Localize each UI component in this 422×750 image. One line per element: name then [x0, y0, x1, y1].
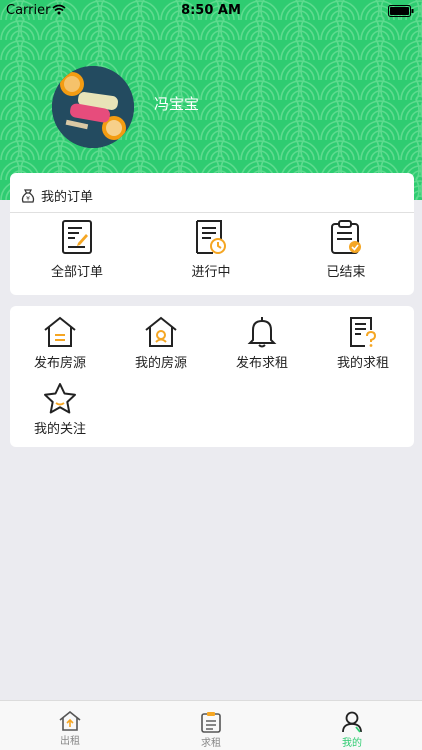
order-in-progress-button[interactable]: 进行中 — [161, 219, 261, 280]
tab-rent-out-label: 出租 — [60, 736, 80, 747]
person-icon — [342, 711, 362, 733]
my-follow-button[interactable]: 我的关注 — [10, 382, 110, 437]
my-house-icon — [145, 316, 177, 347]
username: 冯宝宝 — [154, 95, 200, 113]
document-question-icon — [350, 317, 377, 347]
order-all-button[interactable]: 全部订单 — [27, 219, 127, 280]
order-in-progress-label: 进行中 — [191, 265, 231, 280]
my-request-button[interactable]: 我的求租 — [313, 316, 413, 371]
order-finished-button[interactable]: 已结束 — [296, 219, 396, 280]
order-in-progress-icon — [196, 220, 226, 254]
orders-header[interactable]: ¥ 我的订单 — [10, 173, 414, 213]
orders-title: 我的订单 — [41, 190, 94, 205]
svg-text:¥: ¥ — [26, 195, 30, 202]
clipboard-icon — [201, 712, 221, 733]
money-bag-icon: ¥ — [21, 188, 35, 203]
tab-rent-out[interactable]: 出租 — [0, 701, 140, 747]
star-icon — [44, 383, 76, 414]
house-icon — [59, 711, 81, 731]
order-list-icon — [62, 220, 92, 254]
bell-icon — [247, 317, 277, 348]
orders-card: ¥ 我的订单 全部订单 进行中 已结束 — [10, 173, 414, 295]
tab-bar: 出租 求租 我的 — [0, 700, 422, 750]
avatar-image — [52, 66, 134, 148]
tab-seek-rent-label: 求租 — [201, 738, 221, 749]
publish-house-button[interactable]: 发布房源 — [10, 316, 110, 371]
publish-request-button[interactable]: 发布求租 — [212, 316, 312, 371]
order-finished-label: 已结束 — [326, 265, 366, 280]
my-house-button[interactable]: 我的房源 — [111, 316, 211, 371]
publish-request-label: 发布求租 — [235, 356, 288, 371]
profile-header: Carrier 8:50 AM 冯宝宝 — [0, 0, 422, 200]
publish-house-label: 发布房源 — [33, 356, 86, 371]
battery-icon — [388, 5, 414, 17]
avatar[interactable] — [52, 66, 134, 148]
status-bar: Carrier 8:50 AM — [0, 0, 422, 22]
order-finished-icon — [331, 220, 361, 254]
order-all-label: 全部订单 — [50, 265, 103, 280]
clock: 8:50 AM — [181, 3, 241, 18]
services-card: 发布房源 我的房源 发布求租 我的求租 我的关注 — [10, 306, 414, 447]
my-request-label: 我的求租 — [336, 356, 389, 371]
tab-mine-label: 我的 — [342, 738, 362, 749]
tab-mine[interactable]: 我的 — [282, 701, 422, 749]
house-publish-icon — [44, 316, 76, 347]
my-follow-label: 我的关注 — [33, 422, 86, 437]
my-house-label: 我的房源 — [134, 356, 187, 371]
tab-seek-rent[interactable]: 求租 — [141, 701, 281, 749]
